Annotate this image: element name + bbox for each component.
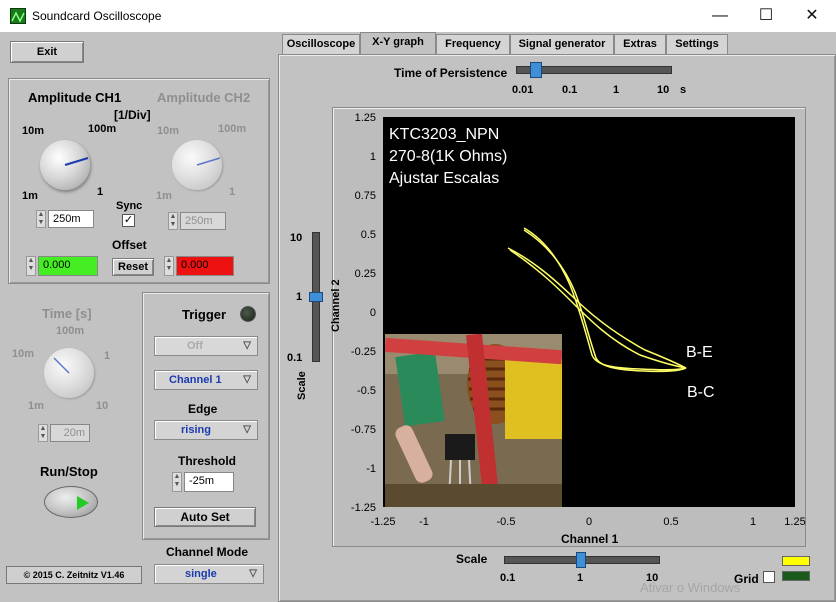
x-tick-label: 0 [586,516,592,528]
annotation-line: KTC3203_NPN [389,126,500,143]
horizontal-scale-tick: 1 [577,572,584,584]
y-tick-label: 0.25 [355,268,376,280]
x-tick-label: -1 [419,516,429,528]
y-tick-label: 0 [370,307,376,319]
x-tick-label: 0.5 [663,516,678,528]
graph-annotations: KTC3203_NPN 270-8(1K Ohms) Ajustar Escal… [389,124,507,190]
x-tick-label: 1 [750,516,756,528]
horizontal-scale-label: Scale [456,552,488,566]
y-tick-label: -0.75 [351,424,376,436]
y-tick-label: 1 [370,151,376,163]
curve-label-b-c: B-C [687,384,715,401]
x-tick-label: -1.25 [370,516,395,528]
windows-watermark: Ativar o Windows [640,580,741,595]
x-tick-labels: -1.25 -1 -0.5 0 0.5 1 1.25 [370,516,805,528]
webcam-photo [385,334,562,507]
horizontal-scale-thumb[interactable] [576,552,586,568]
y-tick-label: -1.25 [351,502,376,514]
y-tick-label: -0.5 [357,385,376,397]
horizontal-scale-tick: 0.1 [500,572,516,584]
trace-color-swatch[interactable] [782,556,810,566]
y-tick-labels: 1.25 1 0.75 0.5 0.25 0 -0.25 -0.5 -0.75 -1 -1.25 [351,112,376,514]
xy-graph-svg: 1.25 1 0.75 0.5 0.25 0 -0.25 -0.5 -0.75 -1 -1.25 -… [351,112,806,528]
y-tick-label: 0.75 [355,190,376,202]
x-tick-label: -0.5 [497,516,516,528]
y-tick-label: 0.5 [361,229,376,241]
y-tick-label: 1.25 [355,112,376,124]
annotation-line: 270-8(1K Ohms) [389,148,508,165]
curve-label-b-e: B-E [686,344,713,361]
grid-color-swatch[interactable] [782,571,810,581]
y-tick-label: -1 [366,463,376,475]
x-tick-label: 1.25 [784,516,805,528]
annotation-line: Ajustar Escalas [389,170,500,187]
y-tick-label: -0.25 [351,346,376,358]
grid-checkbox[interactable] [763,571,775,583]
